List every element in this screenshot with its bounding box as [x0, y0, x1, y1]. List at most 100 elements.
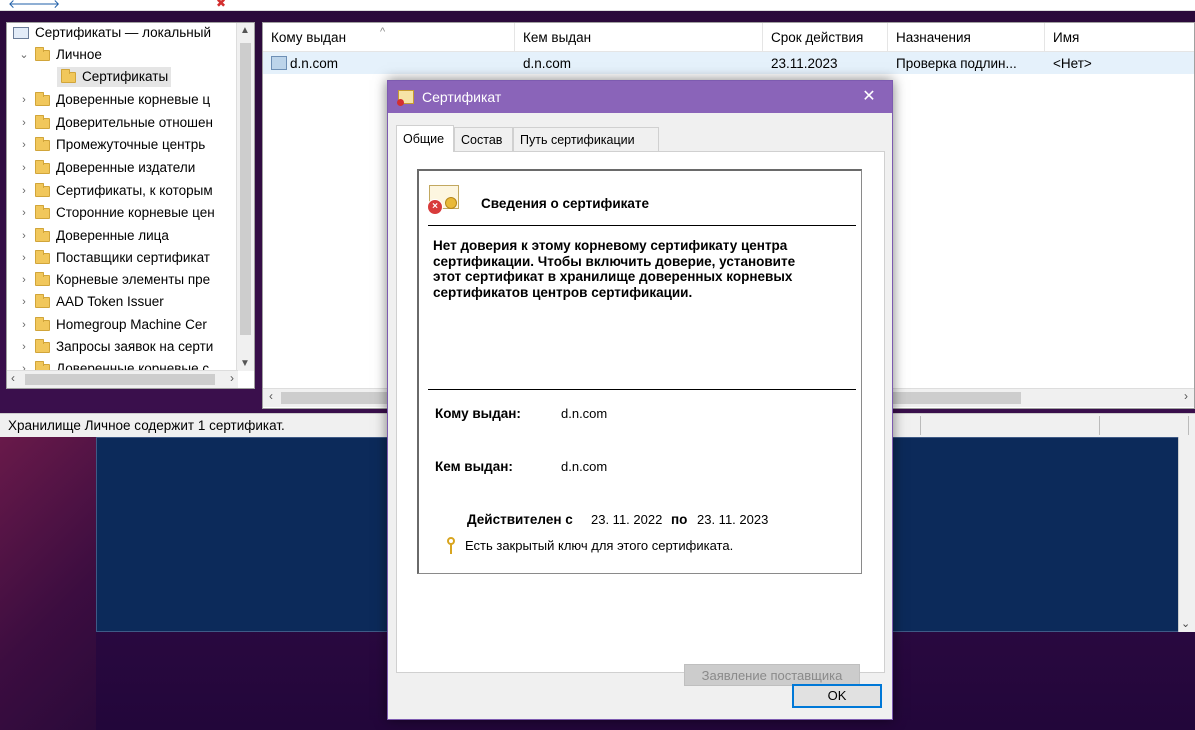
tree-item[interactable]: › Поставщики сертификат [17, 248, 210, 268]
folder-icon [35, 249, 50, 264]
chevron-right-icon[interactable]: › [17, 270, 31, 290]
tree-item[interactable]: › Homegroup Machine Cer [17, 315, 207, 335]
tree-item-certificates[interactable]: Сертификаты [57, 67, 172, 87]
cell-issued-by: d.n.com [523, 56, 572, 71]
tree-item-label: Homegroup Machine Cer [56, 317, 207, 332]
list-header: Кому выдан ^ Кем выдан Срок действия Назн… [263, 23, 1194, 52]
cell-expires: 23.11.2023 [771, 56, 838, 71]
certificate-dialog: Сертификат ✕ Общие Состав Путь сертифика… [387, 80, 893, 720]
tab-details[interactable]: Состав [454, 127, 513, 151]
status-text: Хранилище Личное содержит 1 сертификат. [8, 418, 285, 433]
column-label: Имя [1053, 30, 1080, 45]
folder-icon [35, 182, 50, 197]
tree-horizontal-scrollbar[interactable]: ‹ › [7, 370, 238, 388]
tab-panel-general: × Сведения о сертификате Нет доверия к э… [396, 151, 885, 686]
cell-issued-to: d.n.com [263, 52, 338, 74]
tree-item[interactable]: › AAD Token Issuer [17, 292, 164, 312]
column-issued-by[interactable]: Кем выдан [515, 23, 763, 51]
folder-icon [35, 293, 50, 308]
issuer-statement-button[interactable]: Заявление поставщика [684, 664, 860, 686]
column-purposes[interactable]: Назначения [888, 23, 1045, 51]
ok-button[interactable]: OK [792, 684, 882, 708]
chevron-right-icon[interactable]: › [17, 135, 31, 155]
tree-item-personal[interactable]: ⌄ Личное [17, 45, 102, 65]
chevron-right-icon[interactable]: › [17, 248, 31, 268]
folder-icon [35, 227, 50, 242]
chevron-right-icon[interactable]: › [17, 337, 31, 357]
tree-item[interactable]: › Запросы заявок на серти [17, 337, 213, 357]
cell-name: <Нет> [1053, 56, 1092, 71]
divider [1099, 416, 1100, 435]
dialog-titlebar[interactable]: Сертификат ✕ [388, 81, 892, 113]
chevron-right-icon[interactable]: › [17, 203, 31, 223]
column-name[interactable]: Имя [1045, 23, 1194, 51]
delete-icon[interactable]: ✖ [216, 0, 226, 10]
folder-icon [35, 114, 50, 129]
key-icon [446, 537, 456, 555]
tab-general[interactable]: Общие [396, 125, 454, 152]
sort-caret-icon: ^ [380, 26, 386, 38]
chevron-right-icon[interactable]: › [17, 158, 31, 178]
tree-item[interactable]: › Сертификаты, к которым [17, 181, 213, 201]
chevron-right-icon[interactable]: › [17, 315, 31, 335]
folder-icon [35, 136, 50, 151]
folder-icon [35, 46, 50, 61]
chevron-right-icon[interactable]: › [17, 292, 31, 312]
divider [428, 389, 856, 390]
scroll-thumb[interactable] [240, 43, 251, 335]
table-row[interactable]: d.n.com d.n.com 23.11.2023 Проверка подл… [263, 52, 1194, 74]
chevron-right-icon[interactable]: › [17, 90, 31, 110]
column-expires[interactable]: Срок действия [763, 23, 888, 51]
tree-item[interactable]: › Доверенные корневые ц [17, 90, 210, 110]
column-issued-to[interactable]: Кому выдан ^ [263, 23, 515, 51]
certificate-icon [271, 56, 287, 71]
valid-to-value: 23. 11. 2023 [697, 512, 769, 527]
folder-icon [35, 338, 50, 353]
background-scrollbar[interactable]: ⌄ [1178, 437, 1195, 632]
chevron-down-icon[interactable]: ⌄ [17, 45, 31, 65]
folder-icon [61, 68, 76, 83]
certificate-error-icon [397, 90, 414, 106]
scroll-thumb[interactable] [25, 374, 215, 385]
forward-icon[interactable]: 🡒 [28, 0, 60, 10]
tree-item-label: Сертификаты, к которым [56, 183, 213, 198]
chevron-right-icon[interactable]: › [17, 181, 31, 201]
tree-item-label: Доверенные лица [56, 228, 169, 243]
certificate-info-box: × Сведения о сертификате Нет доверия к э… [417, 169, 862, 574]
divider [920, 416, 921, 435]
tree-item-label: Корневые элементы пре [56, 272, 211, 287]
desktop-wallpaper [0, 430, 96, 730]
chevron-right-icon[interactable]: › [17, 113, 31, 133]
tree-item[interactable]: › Корневые элементы пре [17, 270, 210, 290]
computer-icon [13, 27, 29, 39]
chevron-down-icon[interactable]: ▼ [240, 358, 250, 369]
tree-item-label: Доверенные издатели [56, 160, 196, 175]
chevron-left-icon[interactable]: ‹ [11, 371, 15, 385]
folder-icon [35, 271, 50, 286]
chevron-left-icon[interactable]: ‹ [269, 389, 273, 403]
chevron-right-icon[interactable]: › [1184, 389, 1188, 403]
divider [1188, 416, 1189, 435]
tree-item[interactable]: › Сторонние корневые цен [17, 203, 215, 223]
cell-purposes: Проверка подлин... [896, 56, 1017, 71]
chevron-right-icon[interactable]: › [17, 226, 31, 246]
chevron-up-icon[interactable]: ▲ [240, 25, 250, 36]
issued-to-value: d.n.com [561, 406, 608, 421]
tree-item[interactable]: › Доверительные отношен [17, 113, 213, 133]
tree-item[interactable]: › Доверенные издатели [17, 158, 195, 178]
close-button[interactable]: ✕ [846, 81, 892, 113]
tree-item-label: Сторонние корневые цен [56, 205, 215, 220]
tree-vertical-scrollbar[interactable]: ▲ ▼ [236, 23, 254, 371]
cell-text: d.n.com [290, 56, 339, 71]
tab-certification-path[interactable]: Путь сертификации [513, 127, 659, 151]
dialog-title: Сертификат [422, 89, 502, 105]
tree-item-label: Доверенные корневые ц [56, 92, 211, 107]
tree-root[interactable]: Сертификаты — локальный [11, 23, 211, 43]
tree-item-label: Поставщики сертификат [56, 250, 210, 265]
chevron-right-icon[interactable]: › [230, 371, 234, 385]
column-label: Срок действия [771, 30, 864, 45]
console-tree: Сертификаты — локальный ⌄ Личное Сертифи… [6, 22, 255, 389]
tree-item[interactable]: › Промежуточные центрь [17, 135, 205, 155]
tree-item[interactable]: › Доверенные лица [17, 226, 169, 246]
chevron-down-icon[interactable]: ⌄ [1181, 617, 1190, 630]
